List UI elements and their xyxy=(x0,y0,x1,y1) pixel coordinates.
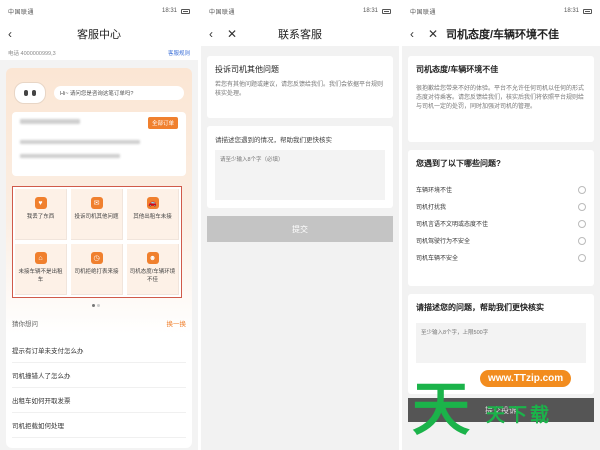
status-bar: 中国联通 18:31 xyxy=(201,0,399,22)
watermark-logo: 天 www.TTzip.com 天下载 xyxy=(412,354,592,444)
grid-label: 未接车辆不是出租车 xyxy=(18,269,63,283)
option-row[interactable]: 司机打扰我 xyxy=(416,198,586,215)
phone-label: 电话 4000000999,3 xyxy=(8,51,56,57)
option-label: 车辆环境不佳 xyxy=(416,188,453,194)
option-row[interactable]: 车辆环境不佳 xyxy=(416,181,586,198)
describe-prompt: 请描述您遇到的情况，帮助我们更快核实 xyxy=(215,137,332,144)
option-label: 司机打扰我 xyxy=(416,205,447,211)
page-title: 客服中心 xyxy=(77,29,121,41)
page-title: 联系客服 xyxy=(278,29,322,41)
describe-input[interactable] xyxy=(215,150,385,200)
status-bar: 中国联通 18:31 xyxy=(0,0,198,22)
grid-item-no-meter[interactable]: ◷ 司机拒绝打表来接 xyxy=(71,244,123,295)
clock-icon: ◷ xyxy=(90,252,103,264)
battery-icon xyxy=(181,8,190,14)
car-cross-icon: ⌂ xyxy=(34,252,47,264)
status-bar: 中国联通 18:31 xyxy=(402,0,600,22)
option-label: 司机驾驶行为不安全 xyxy=(416,239,471,245)
faq-section: 猜你想问 换一换 提示有订单未支付怎么办 司机撞错人了怎么办 出租车如何开取发票… xyxy=(12,318,186,438)
option-label: 司机言语不文明或态度不佳 xyxy=(416,222,489,228)
back-icon[interactable]: ‹ xyxy=(410,27,414,41)
faq-item[interactable]: 提示有订单未支付怎么办 xyxy=(12,338,186,363)
status-right: 18:31 xyxy=(162,8,190,14)
grid-label: 其他出租车未接 xyxy=(133,214,172,220)
info-card: 司机态度/车辆环境不佳 很抱歉给您带来不好的体验。平台不允许任何司机以任何的形式… xyxy=(408,56,594,142)
heart-icon: ♥ xyxy=(34,197,47,209)
carrier-label: 中国联通 xyxy=(209,9,236,16)
navbar: ‹ 客服中心 xyxy=(0,22,198,46)
radio-icon[interactable] xyxy=(578,236,586,245)
order-box[interactable]: 全部订单 xyxy=(12,112,186,176)
rules-link[interactable]: 客服规则 xyxy=(168,49,190,57)
watermark-url: www.TTzip.com xyxy=(480,370,572,387)
grid-item-taxi-not-arrived[interactable]: 🚗 其他出租车未接 xyxy=(127,189,179,240)
page-dots xyxy=(92,304,100,307)
close-icon[interactable]: ✕ xyxy=(428,27,438,41)
status-right: 18:31 xyxy=(564,8,592,14)
carrier-label: 中国联通 xyxy=(410,9,437,16)
option-row[interactable]: 司机驾驶行为不安全 xyxy=(416,232,586,249)
options-card: 您遇到了以下哪些问题? 车辆环境不佳 司机打扰我 司机言语不文明或态度不佳 司机… xyxy=(408,150,594,286)
status-time: 18:31 xyxy=(362,8,378,14)
card-text: 很抱歉给您带来不好的体验。平台不允许任何司机以任何的形式态度对待乘客。请您反馈给… xyxy=(416,86,585,110)
faq-title: 猜你想问 xyxy=(12,321,38,328)
battery-icon xyxy=(583,8,592,14)
faq-item[interactable]: 司机撞错人了怎么办 xyxy=(12,363,186,388)
status-time: 18:31 xyxy=(563,8,579,14)
faq-item[interactable]: 出租车如何开取发票 xyxy=(12,388,186,413)
watermark-sub: 天下载 xyxy=(486,405,553,426)
status-right: 18:31 xyxy=(363,8,391,14)
faq-header: 猜你想问 换一换 xyxy=(12,318,186,328)
option-label: 司机车辆不安全 xyxy=(416,256,459,262)
grid-label: 我丢了东西 xyxy=(26,214,55,220)
driver-icon: ☻ xyxy=(146,252,159,264)
grid-item-complain-driver[interactable]: ✉ 投诉司机其他问题 xyxy=(71,189,123,240)
radio-icon[interactable] xyxy=(578,185,586,194)
grid-item-driver-attitude[interactable]: ☻ 司机态度/车辆环境不佳 xyxy=(127,244,179,295)
watermark-big: 天 xyxy=(412,375,471,443)
grid-label: 投诉司机其他问题 xyxy=(74,214,119,220)
all-orders-button[interactable]: 全部订单 xyxy=(147,117,178,129)
grid-item-not-taxi[interactable]: ⌂ 未接车辆不是出租车 xyxy=(15,244,67,295)
grid-item-lost-item[interactable]: ♥ 我丢了东西 xyxy=(15,189,67,240)
robot-icon xyxy=(14,82,46,106)
screen-contact-service: 中国联通 18:31 ‹ ✕ 联系客服 投诉司机其他问题 若您有其他问题或建议，… xyxy=(201,0,399,450)
grid-label: 司机拒绝打表来接 xyxy=(74,269,119,275)
sub-header: 电话 4000000999,3 客服规则 xyxy=(0,46,198,60)
info-card: 投诉司机其他问题 若您有其他问题或建议，请您反馈给我们。我们会依据平台规则核实处… xyxy=(207,56,393,118)
describe-card: 请描述您遇到的情况，帮助我们更快核实 xyxy=(207,126,393,208)
radio-icon[interactable] xyxy=(578,253,586,262)
issue-grid: ♥ 我丢了东西 ✉ 投诉司机其他问题 🚗 其他出租车未接 ⌂ 未接车辆不是出租车… xyxy=(12,186,182,298)
mail-icon: ✉ xyxy=(90,197,103,209)
car-icon: 🚗 xyxy=(146,197,159,209)
radio-icon[interactable] xyxy=(578,202,586,211)
greeting-bubble: Hi~ 请问您是咨询这笔订单吗? xyxy=(54,86,184,100)
grid-label: 司机态度/车辆环境不佳 xyxy=(129,269,176,283)
option-row[interactable]: 司机车辆不安全 xyxy=(416,249,586,266)
question-title: 您遇到了以下哪些问题? xyxy=(416,159,501,168)
blurred-address-from xyxy=(20,140,140,144)
carrier-label: 中国联通 xyxy=(8,9,35,16)
blurred-order-info xyxy=(20,119,80,124)
card-title: 司机态度/车辆环境不佳 xyxy=(416,65,499,74)
refresh-button[interactable]: 换一换 xyxy=(167,318,187,328)
radio-icon[interactable] xyxy=(578,219,586,228)
battery-icon xyxy=(382,8,391,14)
navbar: ‹ ✕ 联系客服 xyxy=(201,22,399,46)
navbar: ‹ ✕ 司机态度/车辆环境不佳 xyxy=(402,22,600,46)
option-row[interactable]: 司机言语不文明或态度不佳 xyxy=(416,215,586,232)
card-title: 投诉司机其他问题 xyxy=(215,65,279,74)
faq-item[interactable]: 司机拒载如何处理 xyxy=(12,413,186,438)
blurred-address-to xyxy=(20,154,120,158)
describe-title: 请描述您的问题，帮助我们更快核实 xyxy=(416,303,544,312)
submit-button[interactable]: 提交 xyxy=(207,216,393,242)
card-text: 若您有其他问题或建议，请您反馈给我们。我们会依据平台规则核实处理。 xyxy=(215,82,384,97)
screen-customer-service-center: 中国联通 18:31 ‹ 客服中心 电话 4000000999,3 客服规则 H… xyxy=(0,0,198,450)
screens: 中国联通 18:31 ‹ 客服中心 电话 4000000999,3 客服规则 H… xyxy=(0,0,600,450)
page-title: 司机态度/车辆环境不佳 xyxy=(446,29,560,41)
status-time: 18:31 xyxy=(161,8,177,14)
